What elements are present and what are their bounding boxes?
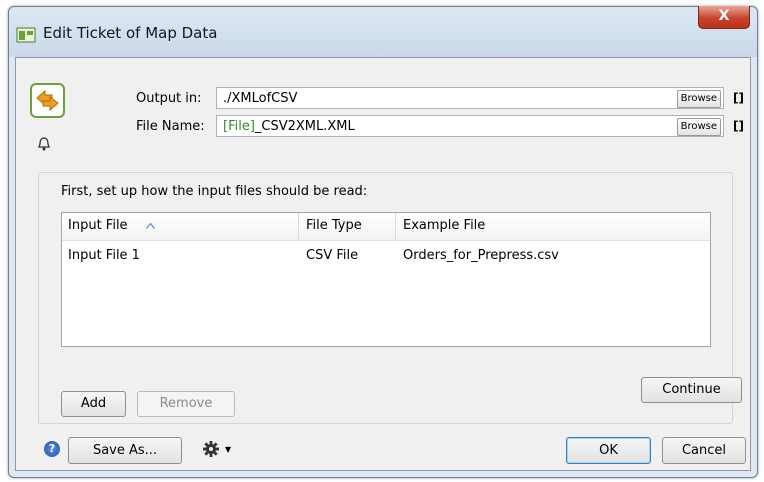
column-file-type[interactable]: File Type — [306, 218, 362, 233]
gear-icon[interactable] — [202, 440, 220, 458]
column-example-file[interactable]: Example File — [403, 218, 485, 233]
output-variable-button[interactable]: [] — [733, 91, 744, 105]
map-data-icon — [16, 27, 36, 43]
output-in-field[interactable]: ./XMLofCSV Browse — [216, 87, 724, 109]
cell-file-type: CSV File — [306, 248, 359, 263]
input-files-table: Input File File Type Example File Input … — [61, 212, 711, 347]
input-files-group: First, set up how the input files should… — [38, 172, 733, 424]
output-in-label: Output in: — [136, 91, 202, 106]
title-bar[interactable]: Edit Ticket of Map Data X — [9, 6, 757, 57]
cell-example-file: Orders_for_Prepress.csv — [403, 248, 559, 263]
cancel-button[interactable]: Cancel — [662, 437, 746, 464]
remove-button[interactable]: Remove — [137, 391, 235, 417]
sort-ascending-icon — [146, 223, 155, 229]
help-icon[interactable]: ? — [44, 441, 60, 457]
ok-button[interactable]: OK — [566, 437, 651, 464]
window-title: Edit Ticket of Map Data — [43, 24, 218, 42]
column-separator[interactable] — [395, 213, 396, 240]
continue-button[interactable]: Continue — [641, 377, 742, 403]
chevron-down-icon[interactable]: ▼ — [225, 445, 231, 454]
file-name-value: [File]_CSV2XML.XML — [223, 119, 355, 134]
input-files-instruction: First, set up how the input files should… — [61, 184, 368, 199]
column-separator[interactable] — [298, 213, 299, 240]
dialog-body: Output in: ./XMLofCSV Browse [] File Nam… — [15, 57, 751, 471]
column-input-file[interactable]: Input File — [68, 218, 128, 233]
map-data-app-icon — [30, 83, 65, 118]
save-as-button[interactable]: Save As... — [68, 437, 182, 464]
bell-icon[interactable] — [37, 136, 51, 152]
file-name-field[interactable]: [File]_CSV2XML.XML Browse — [216, 115, 724, 137]
file-name-browse-button[interactable]: Browse — [676, 118, 721, 136]
dialog-window: Edit Ticket of Map Data X Output in: ./X… — [8, 6, 758, 478]
output-in-value: ./XMLofCSV — [223, 91, 298, 106]
cell-input-file: Input File 1 — [68, 248, 140, 263]
table-header: Input File File Type Example File — [62, 213, 710, 241]
close-button[interactable]: X — [698, 6, 750, 29]
file-name-label: File Name: — [136, 119, 205, 134]
output-browse-button[interactable]: Browse — [676, 90, 721, 108]
file-name-variable-button[interactable]: [] — [733, 119, 744, 133]
add-button[interactable]: Add — [61, 391, 126, 417]
file-name-tag: [File] — [223, 119, 255, 134]
file-name-suffix: _CSV2XML.XML — [254, 119, 355, 134]
